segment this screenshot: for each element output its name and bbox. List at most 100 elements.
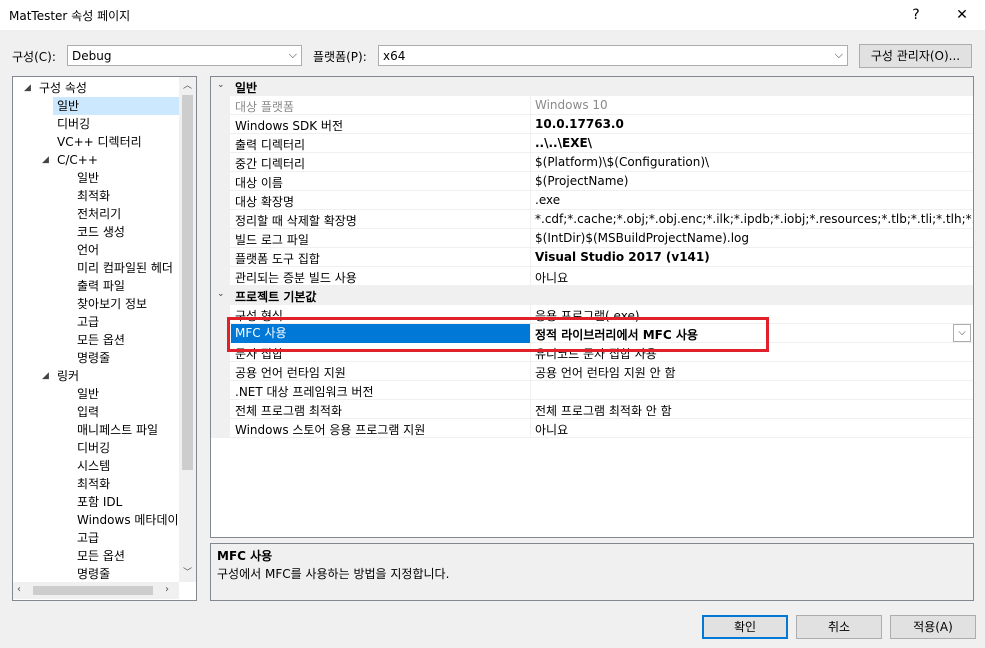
- tree-item[interactable]: 전처리기: [77, 205, 121, 223]
- property-value[interactable]: 아니요: [535, 269, 568, 286]
- tree-item[interactable]: C/C++: [57, 151, 98, 169]
- column-divider: [530, 210, 531, 229]
- platform-select[interactable]: x64 ⌵: [378, 45, 848, 66]
- tree-item[interactable]: 디버깅: [57, 115, 90, 133]
- ok-button[interactable]: 확인: [702, 615, 788, 639]
- property-name: 출력 디렉터리: [235, 138, 306, 152]
- tree-item[interactable]: 코드 생성: [77, 223, 125, 241]
- tree-item[interactable]: 고급: [77, 529, 99, 547]
- tree-item[interactable]: 출력 파일: [77, 277, 125, 295]
- property-row[interactable]: Windows SDK 버전 10.0.17763.0: [211, 115, 973, 134]
- property-row[interactable]: 관리되는 증분 빌드 사용 아니요: [211, 267, 973, 286]
- column-divider: [530, 267, 531, 286]
- category-row[interactable]: ⌄ 일반: [211, 77, 973, 96]
- tree-item[interactable]: 명령줄: [77, 565, 110, 583]
- dropdown-chevron-icon[interactable]: ⌵: [953, 324, 971, 342]
- scroll-left-icon[interactable]: ‹: [17, 584, 21, 595]
- expand-arrow-icon[interactable]: ◢: [42, 371, 49, 381]
- property-value[interactable]: 10.0.17763.0: [535, 117, 624, 131]
- property-name: 전체 프로그램 최적화: [235, 404, 342, 418]
- property-value[interactable]: ..\..\EXE\: [535, 136, 592, 150]
- tree-item[interactable]: VC++ 디렉터리: [57, 133, 142, 151]
- tree-item[interactable]: 언어: [77, 241, 99, 259]
- column-divider: [530, 248, 531, 267]
- help-button[interactable]: ?: [893, 0, 939, 30]
- tree-item[interactable]: 일반: [77, 169, 99, 187]
- window-title: MatTester 속성 페이지: [9, 9, 131, 23]
- apply-button[interactable]: 적용(A): [890, 615, 976, 639]
- config-manager-button[interactable]: 구성 관리자(O)...: [859, 44, 972, 68]
- scroll-right-icon[interactable]: ›: [165, 584, 169, 595]
- tree-item[interactable]: 일반: [77, 385, 99, 403]
- property-name: Windows SDK 버전: [235, 119, 344, 133]
- tree-item[interactable]: 최적화: [77, 187, 110, 205]
- category-tree: ◢ 구성 속성 일반 디버깅 VC++ 디렉터리 ◢ C/C++ 일반 최적화 전처리기 코드 생성…: [12, 76, 197, 601]
- collapse-chevron-icon[interactable]: ⌄: [217, 289, 225, 299]
- category-row[interactable]: ⌄ 프로젝트 기본값: [211, 286, 973, 305]
- close-button[interactable]: ✕: [939, 0, 985, 30]
- tree-hscroll-thumb[interactable]: [33, 586, 153, 595]
- tree-item[interactable]: 모든 옵션: [77, 331, 125, 349]
- row-gutter: [211, 362, 230, 381]
- tree-item[interactable]: 링커: [57, 367, 79, 385]
- tree-item[interactable]: 명령줄: [77, 349, 110, 367]
- column-divider: [530, 419, 531, 438]
- row-gutter: [211, 153, 230, 172]
- property-value[interactable]: 전체 프로그램 최적화 안 함: [535, 402, 672, 419]
- tree-vscrollbar[interactable]: ︿ ﹀: [179, 77, 196, 582]
- property-row[interactable]: 공용 언어 런타임 지원 공용 언어 런타임 지원 안 함: [211, 362, 973, 381]
- expand-arrow-icon[interactable]: ◢: [42, 155, 49, 165]
- property-row[interactable]: 전체 프로그램 최적화 전체 프로그램 최적화 안 함: [211, 400, 973, 419]
- property-name: 대상 플랫폼: [235, 100, 295, 114]
- tree-item[interactable]: 구성 속성: [39, 79, 87, 97]
- property-name: 정리할 때 삭제할 확장명: [235, 214, 357, 228]
- scroll-down-icon[interactable]: ﹀: [183, 565, 192, 578]
- row-gutter: [211, 248, 230, 267]
- tree-item[interactable]: 매니페스트 파일: [77, 421, 158, 439]
- scroll-up-icon[interactable]: ︿: [183, 78, 192, 91]
- property-row[interactable]: Windows 스토어 응용 프로그램 지원 아니요: [211, 419, 973, 438]
- property-row[interactable]: 정리할 때 삭제할 확장명 *.cdf;*.cache;*.obj;*.obj.e…: [211, 210, 973, 229]
- description-title: MFC 사용: [217, 549, 273, 563]
- tree-hscrollbar[interactable]: ‹ ›: [13, 582, 179, 599]
- expand-arrow-icon[interactable]: ◢: [24, 83, 31, 93]
- tree-item[interactable]: 포함 IDL: [77, 493, 122, 511]
- property-row[interactable]: .NET 대상 프레임워크 버전: [211, 381, 973, 400]
- column-divider: [530, 191, 531, 210]
- tree-item[interactable]: 최적화: [77, 475, 110, 493]
- tree-item[interactable]: 입력: [77, 403, 99, 421]
- property-value[interactable]: *.cdf;*.cache;*.obj;*.obj.enc;*.ilk;*.ip…: [535, 212, 973, 226]
- cancel-button[interactable]: 취소: [796, 615, 882, 639]
- tree-item[interactable]: 일반: [53, 97, 183, 115]
- config-value: Debug: [72, 49, 112, 63]
- tree-item[interactable]: 시스템: [77, 457, 110, 475]
- config-select[interactable]: Debug ⌵: [67, 45, 302, 66]
- property-row[interactable]: 중간 디렉터리 $(Platform)\$(Configuration)\: [211, 153, 973, 172]
- row-gutter: [211, 229, 230, 248]
- tree-item[interactable]: 고급: [77, 313, 99, 331]
- property-value[interactable]: Windows 10: [535, 98, 608, 112]
- property-value[interactable]: .exe: [535, 193, 560, 207]
- property-value[interactable]: Visual Studio 2017 (v141): [535, 250, 710, 264]
- property-value[interactable]: 공용 언어 런타임 지원 안 함: [535, 364, 676, 381]
- collapse-chevron-icon[interactable]: ⌄: [217, 80, 225, 90]
- tree-vscroll-thumb[interactable]: [182, 95, 193, 470]
- property-name: 빌드 로그 파일: [235, 233, 309, 247]
- tree-item[interactable]: Windows 메타데이: [77, 511, 179, 529]
- tree-item[interactable]: 모든 옵션: [77, 547, 125, 565]
- property-row[interactable]: 대상 확장명 .exe: [211, 191, 973, 210]
- property-name: 플랫폼 도구 집합: [235, 252, 320, 266]
- tree-item[interactable]: 미리 컴파일된 헤더: [77, 259, 173, 277]
- property-row[interactable]: 플랫폼 도구 집합 Visual Studio 2017 (v141): [211, 248, 973, 267]
- property-value[interactable]: 아니요: [535, 421, 568, 438]
- property-value[interactable]: $(Platform)\$(Configuration)\: [535, 155, 709, 169]
- property-value[interactable]: $(ProjectName): [535, 174, 628, 188]
- property-value[interactable]: $(IntDir)$(MSBuildProjectName).log: [535, 231, 749, 245]
- property-row[interactable]: 출력 디렉터리 ..\..\EXE\: [211, 134, 973, 153]
- property-row[interactable]: 대상 플랫폼 Windows 10: [211, 96, 973, 115]
- tree-item[interactable]: 찾아보기 정보: [77, 295, 147, 313]
- tree-item[interactable]: 디버깅: [77, 439, 110, 457]
- property-row[interactable]: 빌드 로그 파일 $(IntDir)$(MSBuildProjectName).l…: [211, 229, 973, 248]
- property-name: Windows 스토어 응용 프로그램 지원: [235, 423, 426, 437]
- property-row[interactable]: 대상 이름 $(ProjectName): [211, 172, 973, 191]
